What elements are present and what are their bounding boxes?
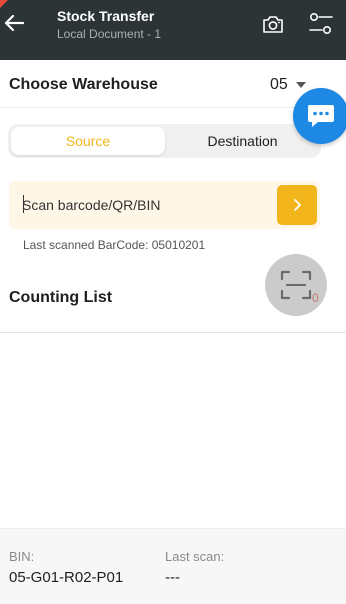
counting-list-title: Counting List [9,289,113,306]
back-arrow-icon [4,14,24,32]
corner-indicator [0,0,8,8]
bin-footer: BIN: 05-G01-R02-P01 Last scan: --- [0,528,346,604]
warehouse-label: Choose Warehouse [9,76,158,93]
last-scan-value: --- [165,569,180,586]
stock-transfer-screen: Stock Transfer Local Document - 1 Choose… [0,0,346,604]
warehouse-row: Choose Warehouse 05 [0,60,346,108]
chevron-down-icon [295,82,306,88]
chat-bubble-icon [308,105,334,127]
scan-frame-icon [280,270,312,300]
page-subtitle: Local Document - 1 [57,27,162,41]
settings-sliders-icon [309,12,333,35]
camera-icon [263,15,283,33]
scan-field [9,181,320,229]
page-title: Stock Transfer [57,8,155,24]
camera-button[interactable] [259,11,287,37]
back-button[interactable] [2,10,26,36]
app-header: Stock Transfer Local Document - 1 [0,0,346,60]
last-scanned-barcode: Last scanned BarCode: 05010201 [23,238,206,252]
text-cursor [23,195,24,213]
bin-label: BIN: [9,549,35,564]
scan-input[interactable] [22,194,262,216]
source-destination-toggle: Source Destination [8,124,321,158]
warehouse-select[interactable]: 05 [270,74,306,96]
last-scan-label: Last scan: [165,549,225,564]
chat-fab-button[interactable] [293,88,346,144]
chevron-right-icon [294,199,301,211]
bin-value: 05-G01-R02-P01 [9,569,124,586]
scanner-fab-button[interactable] [265,254,327,316]
tab-source[interactable]: Source [11,127,165,155]
warehouse-value: 05 [270,76,288,93]
tab-destination[interactable]: Destination [167,127,318,155]
scan-submit-button[interactable] [277,185,317,225]
settings-button[interactable] [306,10,336,38]
